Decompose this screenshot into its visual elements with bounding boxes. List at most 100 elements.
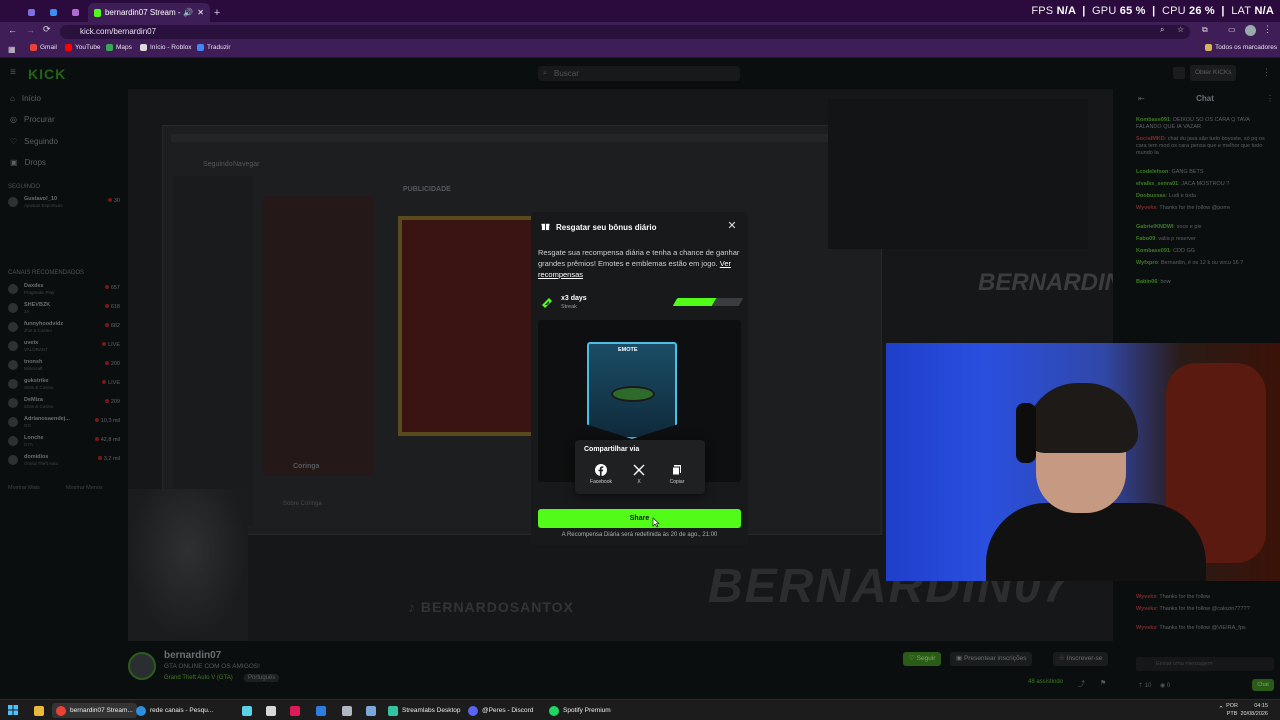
bookmark-roblox[interactable]: Início - Roblox	[140, 44, 192, 51]
browser-tab[interactable]	[42, 3, 64, 22]
report-icon[interactable]: ⚑	[1100, 679, 1106, 687]
windows-start-icon[interactable]	[8, 705, 18, 715]
taskbar-app-streamlabs[interactable]: Streamlabs Desktop	[384, 703, 465, 718]
close-icon[interactable]: ✕	[726, 220, 738, 232]
taskbar-app-discord[interactable]: @Peres - Discord	[464, 703, 537, 718]
recommended-channel[interactable]: Adrianosaendej... GO 10,3 mil	[8, 416, 120, 429]
taskbar-pinned-app[interactable]	[362, 703, 380, 718]
chat-input[interactable]: Enviar uma mensagem	[1136, 657, 1274, 671]
chat-username[interactable]: Lcodelefson	[1136, 169, 1168, 175]
chat-username[interactable]: Wyvekx	[1136, 205, 1156, 211]
chat-username[interactable]: Doobuxxas	[1136, 193, 1166, 199]
chat-username[interactable]: Wyvekx	[1136, 606, 1156, 612]
reload-icon[interactable]: ⟳	[43, 24, 51, 35]
sidebar-item-drops[interactable]: ▣ Drops	[10, 158, 46, 167]
chat-username[interactable]: Wyfxpro	[1136, 260, 1158, 266]
recommended-channel[interactable]: Lonche GTA 42,8 mil	[8, 435, 120, 448]
streamer-avatar[interactable]	[128, 652, 156, 680]
recommended-channel[interactable]: uvetx VALORANT LIVE	[8, 340, 120, 353]
apps-grid-icon[interactable]: ▦	[8, 45, 16, 54]
recommended-channel[interactable]: tnonsh Minecraft 200	[8, 359, 120, 372]
search-input[interactable]: ⌕ Buscar	[538, 66, 740, 81]
recommended-channel[interactable]: gukstrike Slots & Casino LIVE	[8, 378, 120, 391]
chat-username[interactable]: Fabo09	[1136, 236, 1155, 242]
share-button[interactable]: Share	[538, 509, 741, 528]
chat-settings-icon[interactable]: ⋮	[1266, 94, 1274, 103]
tray-chevron-icon[interactable]: ⌃	[1218, 705, 1224, 713]
following-channel[interactable]: Gustavo!_10 Apostas Esportivas 30	[8, 196, 120, 209]
bookmark-translate[interactable]: Traduzir	[197, 44, 231, 51]
browser-menu-icon[interactable]: ⋮	[1263, 24, 1272, 35]
wallet-icon[interactable]	[1173, 67, 1185, 79]
share-copy[interactable]: Copiar	[660, 464, 694, 485]
gmail-icon	[30, 44, 37, 51]
zoom-icon[interactable]: ⌕	[1160, 25, 1164, 35]
taskbar-pinned-app[interactable]	[238, 703, 256, 718]
forward-icon[interactable]: →	[26, 25, 35, 35]
recommended-channel[interactable]: DeMiza Slots & Casino 209	[8, 397, 120, 410]
file-explorer-icon[interactable]	[30, 703, 48, 718]
recommended-channel[interactable]: funnyhoodvidz Jhin & Casino 682	[8, 321, 120, 334]
bookmark-star-icon[interactable]: ☆	[1177, 25, 1184, 34]
user-menu-icon[interactable]: ⋮	[1262, 67, 1271, 78]
bookmark-gmail[interactable]: Gmail	[30, 44, 57, 51]
bookmark-maps[interactable]: Maps	[106, 44, 132, 51]
cast-icon[interactable]: ▭	[1228, 25, 1236, 34]
points-counter[interactable]: ◉ 0	[1160, 682, 1170, 689]
chat-username[interactable]: Kombase091	[1136, 248, 1170, 254]
url-bar[interactable]: kick.com/bernardin07	[60, 25, 1190, 39]
recommended-channel[interactable]: Daxdex Pragmatic Play 657	[8, 283, 120, 296]
kicks-counter[interactable]: ⇡ 10	[1138, 682, 1151, 689]
browser-tab-active[interactable]: bernardin07 Stream - Watc 🔊 ✕	[88, 3, 210, 22]
chat-username[interactable]: Wyvekx	[1136, 594, 1156, 600]
gift-subs-button[interactable]: ▣ Presentear inscrições	[950, 652, 1033, 666]
recommended-channel[interactable]: domidios Grand Theft Auto 3,2 mil	[8, 454, 120, 467]
show-less-link[interactable]: Mostrar Menos	[66, 485, 103, 491]
share-icon[interactable]: ⤴	[1078, 679, 1085, 689]
profile-avatar[interactable]	[1245, 25, 1256, 36]
taskbar-pinned-app[interactable]	[338, 703, 356, 718]
sidebar-item-browse[interactable]: ◎ Procurar	[10, 115, 55, 124]
taskbar-pinned-app[interactable]	[262, 703, 280, 718]
taskbar-app-chrome[interactable]: bernardin07 Stream...	[52, 703, 137, 718]
get-kicks-button[interactable]: Obter KICKs	[1190, 65, 1237, 81]
stream-category[interactable]: Grand Theft Auto V (GTA)	[164, 675, 233, 681]
follow-button[interactable]: ♡ Seguir	[903, 652, 942, 666]
clock[interactable]: 04:15 20/08/2026	[1240, 702, 1268, 718]
chat-username[interactable]: SociaIMKD	[1136, 136, 1165, 142]
emote-image	[611, 386, 655, 402]
sidebar-item-following[interactable]: ♡ Seguindo	[10, 137, 58, 146]
recommended-channel[interactable]: SHEVBZK JA 618	[8, 302, 120, 315]
sidebar-item-home[interactable]: ⌂ Início	[10, 94, 41, 103]
extensions-icon[interactable]: ⧉	[1202, 25, 1208, 35]
back-icon[interactable]: ←	[8, 25, 17, 35]
show-more-link[interactable]: Mostrar Mais	[8, 485, 40, 491]
tab-close-icon[interactable]: ✕	[197, 8, 204, 17]
chat-username[interactable]: Kombase091	[1136, 117, 1170, 123]
send-chat-button[interactable]: Chat	[1252, 679, 1274, 691]
browser-tab[interactable]	[20, 3, 42, 22]
tab-audio-icon[interactable]: 🔊	[183, 8, 193, 17]
language-indicator[interactable]: POR PTB	[1226, 702, 1238, 718]
share-x[interactable]: X	[622, 464, 656, 485]
bookmark-youtube[interactable]: YouTube	[65, 44, 101, 51]
streak-progress	[671, 298, 744, 306]
taskbar-app-edge[interactable]: rede canais - Pesqu...	[132, 703, 217, 718]
hamburger-menu-icon[interactable]: ≡	[10, 67, 16, 78]
chat-username[interactable]: Wyvekx	[1136, 625, 1156, 631]
all-bookmarks[interactable]: Todos os marcadores	[1205, 44, 1277, 51]
subscribe-button[interactable]: ☆ Inscrever-se	[1053, 652, 1109, 666]
chat-username[interactable]: GabrielKNDWI	[1136, 224, 1174, 230]
chat-username[interactable]: elvalks_senra01	[1136, 181, 1178, 187]
kick-logo[interactable]: KICK	[28, 66, 66, 82]
streamer-name[interactable]: bernardin07	[164, 650, 221, 661]
new-tab-button[interactable]: +	[206, 3, 228, 22]
share-facebook[interactable]: Facebook	[584, 464, 618, 485]
tiktok-app-icon[interactable]	[286, 703, 304, 718]
chat-text: CDD GG	[1173, 248, 1195, 254]
browser-tab[interactable]	[64, 3, 86, 22]
taskbar-pinned-app[interactable]	[312, 703, 330, 718]
stream-tag[interactable]: Português	[244, 674, 280, 682]
chat-username[interactable]: Babin06	[1136, 279, 1157, 285]
taskbar-app-spotify[interactable]: Spotify Premium	[545, 703, 615, 718]
